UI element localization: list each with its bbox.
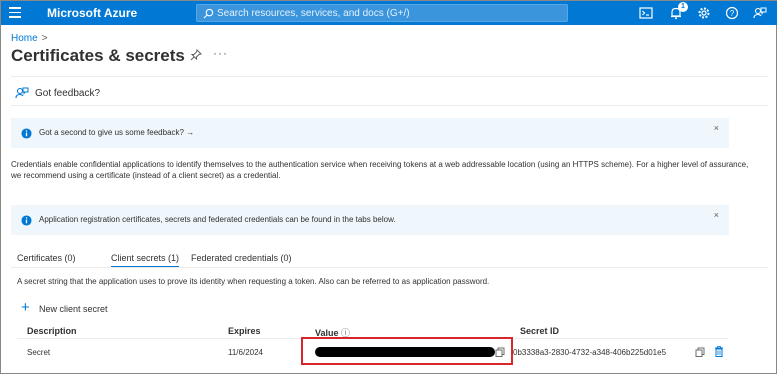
credentials-description: Credentials enable confidential applicat…	[11, 160, 749, 180]
toolbar-divider	[11, 76, 768, 77]
column-expires: Expires	[228, 326, 261, 336]
new-client-secret-label: New client secret	[39, 304, 108, 314]
copy-icon[interactable]	[695, 347, 705, 357]
tab-certificates[interactable]: Certificates (0)	[17, 253, 76, 263]
info-banner: Application registration certificates, s…	[11, 205, 729, 235]
delete-icon[interactable]	[714, 346, 724, 357]
breadcrumb-separator: >	[41, 33, 48, 44]
secret-description: Secret	[27, 348, 51, 357]
feedback-banner: Got a second to give us some feedback? →…	[11, 118, 729, 148]
help-icon[interactable]: ?	[725, 6, 739, 20]
feedback-icon[interactable]	[753, 6, 767, 20]
value-highlight-box	[301, 337, 513, 365]
page-title: Certificates & secrets	[11, 46, 185, 65]
info-banner-text: Application registration certificates, s…	[39, 215, 396, 224]
tab-federated-credentials[interactable]: Federated credentials (0)	[191, 253, 292, 263]
settings-icon[interactable]	[697, 6, 711, 20]
got-feedback-label: Got feedback?	[35, 88, 101, 99]
cloud-shell-icon[interactable]	[639, 6, 653, 20]
search-placeholder: Search resources, services, and docs (G+…	[217, 8, 410, 19]
more-options-icon[interactable]: ···	[213, 46, 228, 60]
tab-divider	[11, 267, 768, 268]
search-icon	[203, 8, 214, 19]
breadcrumb: Home >	[11, 33, 48, 44]
feedback-icon	[15, 87, 29, 99]
toolbar-divider	[11, 105, 768, 106]
portal-brand[interactable]: Microsoft Azure	[47, 6, 137, 20]
close-icon[interactable]: ×	[714, 123, 719, 133]
secret-id-value: 0b3338a3-2830-4732-a348-406b225d01e5	[513, 348, 667, 357]
breadcrumb-home-link[interactable]: Home	[11, 33, 38, 44]
feedback-banner-text[interactable]: Got a second to give us some feedback? →	[39, 128, 194, 137]
info-icon	[21, 215, 32, 226]
plus-icon: +	[21, 299, 30, 316]
notification-badge: 1	[678, 2, 688, 12]
menu-icon[interactable]	[9, 7, 21, 18]
column-secret-id: Secret ID	[520, 326, 560, 336]
top-nav-bar: Microsoft Azure Search resources, servic…	[1, 1, 777, 25]
column-description: Description	[27, 326, 77, 336]
pin-icon[interactable]	[190, 49, 202, 61]
client-secrets-description: A secret string that the application use…	[17, 277, 490, 286]
global-search-input[interactable]: Search resources, services, and docs (G+…	[196, 4, 568, 22]
secret-expires: 11/6/2024	[228, 348, 263, 357]
svg-text:?: ?	[730, 9, 735, 18]
tab-client-secrets[interactable]: Client secrets (1)	[111, 253, 180, 268]
close-icon[interactable]: ×	[714, 210, 719, 220]
info-icon	[21, 128, 32, 139]
